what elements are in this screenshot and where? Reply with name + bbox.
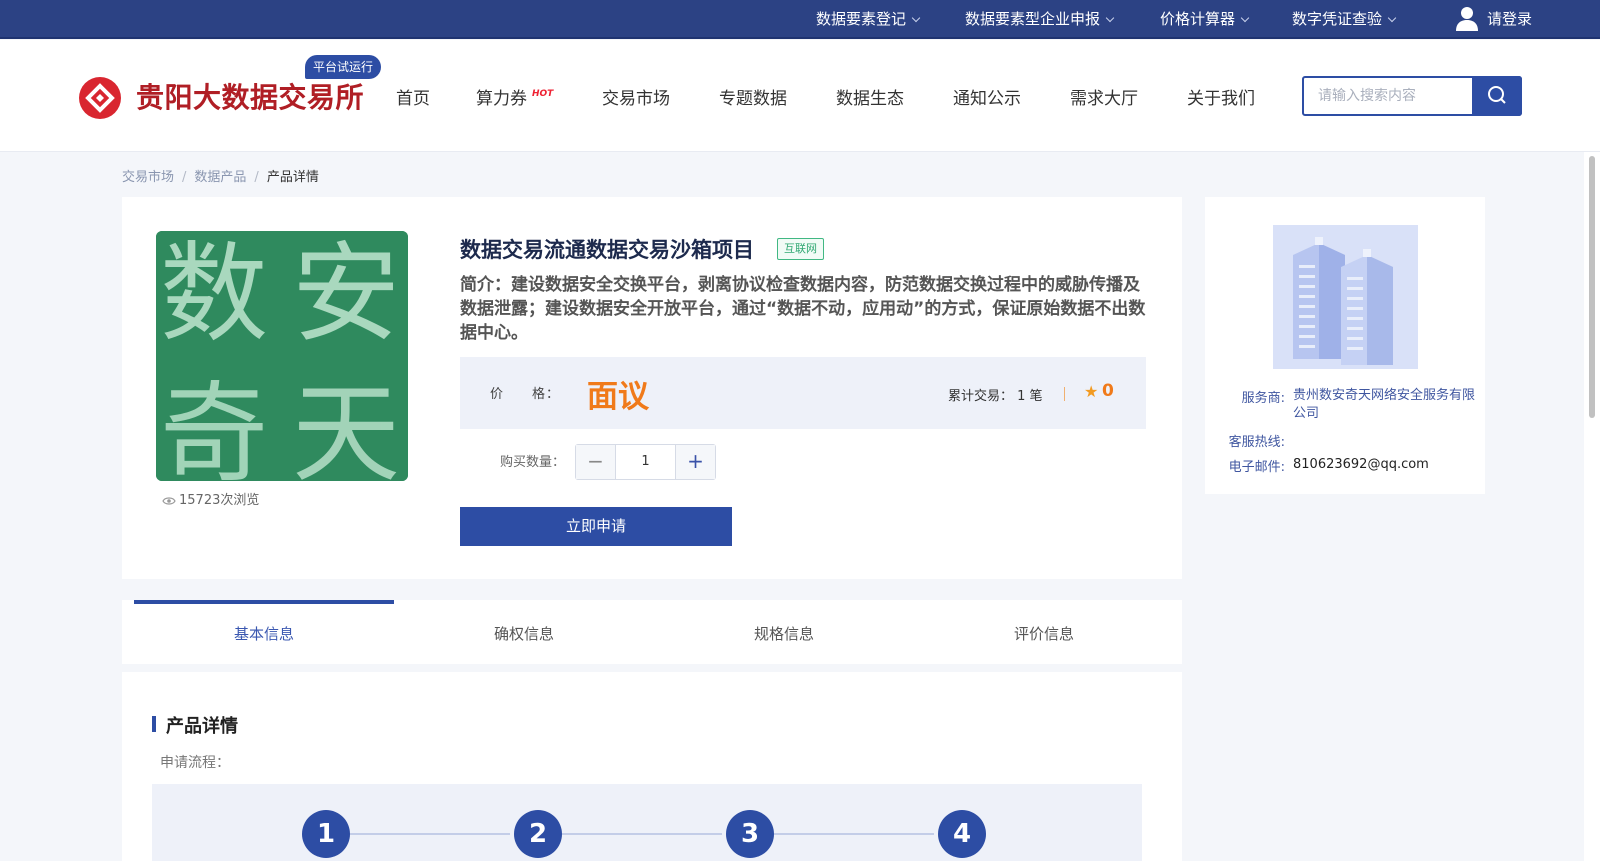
price-panel: 价 格： 面议 累计交易： 1 笔 ★ 0 [460, 357, 1146, 429]
chevron-down-icon [911, 13, 921, 23]
section-accent-bar [152, 716, 156, 732]
thumb-char: 安 [292, 232, 400, 357]
step-connector [562, 833, 722, 835]
topbar-digital-certificate[interactable]: 数字凭证查验 [1292, 0, 1397, 38]
star-icon: ★ [1084, 382, 1099, 401]
price-value: 面议 [587, 379, 649, 415]
exchange-logo-icon[interactable] [79, 77, 121, 119]
nav-demand-hall[interactable]: 需求大厅 [1070, 84, 1138, 109]
flow-step-4: 4 [938, 810, 986, 858]
chevron-down-icon [1240, 13, 1250, 23]
topbar-item-label: 价格计算器 [1160, 10, 1236, 28]
product-title: 数据交易流通数据交易沙箱项目 [460, 238, 754, 262]
scrollbar-thumb[interactable] [1589, 156, 1595, 418]
topbar-enterprise-report[interactable]: 数据要素型企业申报 [965, 0, 1115, 38]
view-count: 15723次浏览 [162, 489, 259, 508]
search-icon [1488, 86, 1506, 104]
apply-now-button[interactable]: 立即申请 [460, 507, 732, 546]
thumb-char: 奇 [160, 372, 268, 481]
provider-email-row: 电子邮件: 810623692@qq.com [1225, 456, 1479, 475]
section-title: 产品详情 [166, 716, 238, 737]
breadcrumb-data-products[interactable]: 数据产品 [194, 170, 246, 185]
search-button[interactable] [1472, 76, 1522, 116]
exchange-name[interactable]: 贵阳大数据交易所 [136, 76, 364, 116]
eye-icon [162, 496, 176, 505]
email-value: 810623692@qq.com [1293, 457, 1429, 472]
page-scrollbar[interactable] [1584, 152, 1600, 861]
login-link[interactable]: 请登录 [1487, 0, 1532, 38]
breadcrumb: 交易市场 / 数据产品 / 产品详情 [122, 166, 319, 185]
tab-basic-info[interactable]: 基本信息 [134, 600, 394, 664]
user-icon[interactable] [1455, 6, 1479, 32]
main-header: 贵阳大数据交易所 平台试运行 首页 算力券 HOT 交易市场 专题数据 数据生态… [0, 40, 1600, 152]
provider-card: 服务商: 贵州数安奇天网络安全服务有限公司 客服热线: 电子邮件: 81062369… [1205, 197, 1485, 494]
breadcrumb-current: 产品详情 [266, 170, 319, 185]
nav-trading-market[interactable]: 交易市场 [602, 84, 670, 109]
product-card: 数 安 奇 天 15723次浏览 数据交易流通数据交易沙箱项目 互联网 简介：建… [122, 197, 1182, 579]
nav-data-ecosystem[interactable]: 数据生态 [836, 84, 904, 109]
flow-step-2: 2 [514, 810, 562, 858]
topbar-item-label: 数字凭证查验 [1292, 10, 1383, 28]
nav-about-us[interactable]: 关于我们 [1187, 84, 1255, 109]
hotline-label: 客服热线: [1228, 435, 1285, 450]
quantity-value[interactable]: 1 [616, 445, 675, 479]
product-intro: 简介：建设数据安全交换平台，剥离协议检查数据内容，防范数据交换过程中的威胁传播及… [460, 275, 1146, 343]
rating-value: 0 [1102, 381, 1114, 401]
product-thumbnail: 数 安 奇 天 [156, 231, 408, 481]
product-thumbnail-image: 数 安 奇 天 [156, 231, 408, 481]
topbar-item-label: 数据要素型企业申报 [965, 10, 1101, 28]
trial-badge: 平台试运行 [305, 55, 382, 79]
flow-step-3: 3 [726, 810, 774, 858]
breadcrumb-separator: / [182, 170, 187, 185]
topbar-price-calculator[interactable]: 价格计算器 [1160, 0, 1250, 38]
chevron-down-icon [1105, 13, 1115, 23]
breadcrumb-trading-market[interactable]: 交易市场 [122, 170, 174, 185]
trade-count: 累计交易： 1 笔 [948, 389, 1043, 404]
divider [1064, 387, 1065, 401]
topbar-data-registration[interactable]: 数据要素登记 [816, 0, 921, 38]
flow-step-1: 1 [302, 810, 350, 858]
top-utility-bar: 数据要素登记 数据要素型企业申报 价格计算器 数字凭证查验 请登录 [0, 0, 1600, 39]
application-flow: 1 2 3 4 [152, 784, 1142, 861]
provider-hotline-row: 客服热线: [1225, 431, 1479, 450]
nav-home[interactable]: 首页 [396, 84, 430, 109]
quantity-stepper: − 1 + [575, 444, 716, 480]
quantity-decrease-button[interactable]: − [576, 445, 616, 479]
topbar-item-label: 数据要素登记 [816, 10, 907, 28]
thumb-char: 数 [160, 232, 268, 357]
step-connector [350, 833, 510, 835]
product-detail-section: 产品详情 申请流程： 1 2 3 4 [122, 672, 1182, 861]
nav-compute-voucher[interactable]: 算力券 [476, 84, 527, 109]
email-label: 电子邮件: [1228, 460, 1285, 475]
tab-review-info[interactable]: 评价信息 [914, 600, 1174, 664]
category-tag: 互联网 [777, 238, 824, 260]
application-flow-label: 申请流程： [160, 755, 230, 771]
step-connector [774, 833, 934, 835]
provider-vendor-row: 服务商: 贵州数安奇天网络安全服务有限公司 [1225, 387, 1479, 423]
thumb-char: 天 [292, 372, 400, 481]
building-illustration [1273, 225, 1418, 369]
nav-announcements[interactable]: 通知公示 [953, 84, 1021, 109]
vendor-link[interactable]: 贵州数安奇天网络安全服务有限公司 [1293, 387, 1479, 423]
price-label: 价 格： [490, 387, 561, 402]
search-box [1302, 76, 1522, 116]
quantity-label: 购买数量： [500, 455, 566, 470]
vendor-label: 服务商: [1241, 391, 1285, 406]
detail-tabs: 基本信息 确权信息 规格信息 评价信息 [122, 600, 1182, 664]
search-input[interactable] [1304, 78, 1474, 114]
tab-ownership-info[interactable]: 确权信息 [394, 600, 654, 664]
breadcrumb-separator: / [254, 170, 259, 185]
tab-spec-info[interactable]: 规格信息 [654, 600, 914, 664]
view-count-text: 15723次浏览 [179, 493, 260, 508]
hot-badge: HOT [532, 89, 554, 99]
nav-topic-data[interactable]: 专题数据 [719, 84, 787, 109]
chevron-down-icon [1387, 13, 1397, 23]
quantity-increase-button[interactable]: + [675, 445, 715, 479]
